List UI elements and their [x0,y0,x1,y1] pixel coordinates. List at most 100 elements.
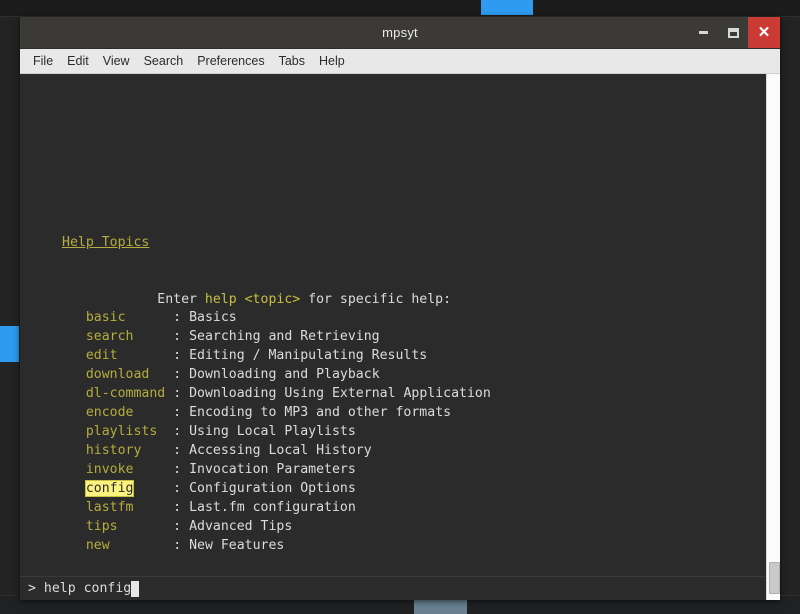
desktop-left-panel-accent[interactable] [0,326,19,362]
topic-name-download[interactable]: download [86,367,150,382]
topic-separator: : [173,424,189,439]
topic-name-history[interactable]: history [86,443,142,458]
topic-description: Encoding to MP3 and other formats [189,405,451,420]
help-topic-row: dl-command : Downloading Using External … [62,384,491,403]
help-topic-row: basic : Basics [62,308,237,327]
menu-item-tabs[interactable]: Tabs [272,52,312,70]
topic-description: Downloading and Playback [189,367,380,382]
topic-pad [149,367,173,382]
maximize-button[interactable] [718,17,748,48]
topic-indent [62,443,86,458]
help-topic-row: config : Configuration Options [62,479,356,498]
topic-name-config[interactable]: config [86,481,134,496]
window-titlebar[interactable]: mpsyt ✕ [20,17,780,49]
terminal-scrollbar[interactable] [766,74,780,600]
terminal-area: Help Topics Enter help <topic> for speci… [20,74,780,600]
prompt-input[interactable]: help config [44,579,131,598]
topic-description: Downloading Using External Application [189,386,491,401]
help-topic-row: download : Downloading and Playback [62,365,380,384]
help-topic-row: tips : Advanced Tips [62,517,292,536]
topic-separator: : [173,367,189,382]
topic-indent [62,386,86,401]
close-button[interactable]: ✕ [748,17,780,48]
scrollbar-thumb[interactable] [769,562,780,594]
topic-name-dl-command[interactable]: dl-command [86,386,165,401]
topic-separator: : [173,481,189,496]
terminal-content: Help Topics Enter help <topic> for speci… [20,74,766,600]
topic-pad [133,500,173,515]
topic-indent [62,310,86,325]
prompt-spacer [36,579,44,598]
topic-pad [110,538,174,553]
topic-name-lastfm[interactable]: lastfm [86,500,134,515]
topic-description: New Features [189,538,284,553]
topic-indent [62,538,86,553]
topic-pad [133,329,173,344]
topic-description: Accessing Local History [189,443,372,458]
topic-name-edit[interactable]: edit [86,348,118,363]
menu-item-search[interactable]: Search [137,52,191,70]
topic-pad [118,348,174,363]
topic-separator: : [173,538,189,553]
topic-pad [133,405,173,420]
desktop: mpsyt ✕ File Edit View Search Preference… [0,0,800,614]
window-controls: ✕ [688,17,780,48]
topic-description: Searching and Retrieving [189,329,380,344]
topic-description: Using Local Playlists [189,424,356,439]
topic-pad [141,443,173,458]
menu-item-preferences[interactable]: Preferences [190,52,271,70]
close-icon: ✕ [758,25,771,40]
topic-pad [126,310,174,325]
topic-separator: : [173,443,189,458]
topic-indent [62,462,86,477]
topic-indent [62,348,86,363]
desktop-top-panel-accent[interactable] [481,0,533,15]
topic-description: Basics [189,310,237,325]
topic-indent [62,367,86,382]
topic-indent [62,329,86,344]
help-topic-row: edit : Editing / Manipulating Results [62,346,427,365]
minimize-icon [699,31,708,34]
terminal-window: mpsyt ✕ File Edit View Search Preference… [20,17,780,600]
topic-pad [165,386,173,401]
prompt-symbol: > [28,579,36,598]
topic-pad [133,462,173,477]
help-topic-row: new : New Features [62,536,284,555]
menu-item-file[interactable]: File [26,52,60,70]
menu-item-edit[interactable]: Edit [60,52,96,70]
help-topic-row: history : Accessing Local History [62,441,372,460]
topic-name-tips[interactable]: tips [86,519,118,534]
topic-indent [62,481,86,496]
topic-pad [157,424,173,439]
window-title: mpsyt [382,25,418,40]
topic-indent [62,405,86,420]
topic-name-new[interactable]: new [86,538,110,553]
topic-name-encode[interactable]: encode [86,405,134,420]
desktop-top-panel [0,0,800,17]
minimize-button[interactable] [688,17,718,48]
topic-description: Last.fm configuration [189,500,356,515]
help-topic-row: lastfm : Last.fm configuration [62,498,356,517]
terminal-prompt-line[interactable]: > help config [20,576,766,600]
topic-description: Invocation Parameters [189,462,356,477]
topic-indent [62,500,86,515]
help-topics-heading: Help Topics [62,233,149,252]
topic-indent [62,424,86,439]
topic-name-basic[interactable]: basic [86,310,126,325]
topic-name-playlists[interactable]: playlists [86,424,157,439]
menu-item-view[interactable]: View [96,52,137,70]
topic-separator: : [173,500,189,515]
help-topic-row: invoke : Invocation Parameters [62,460,356,479]
topic-separator: : [173,329,189,344]
topic-separator: : [173,386,189,401]
terminal-output[interactable]: Help Topics Enter help <topic> for speci… [20,74,766,600]
topic-pad [118,519,174,534]
topic-separator: : [173,405,189,420]
topic-name-invoke[interactable]: invoke [86,462,134,477]
topic-separator: : [173,462,189,477]
text-cursor [131,581,139,597]
help-topic-row: search : Searching and Retrieving [62,327,380,346]
menu-item-help[interactable]: Help [312,52,352,70]
topic-name-search[interactable]: search [86,329,134,344]
menubar: File Edit View Search Preferences Tabs H… [20,49,780,74]
